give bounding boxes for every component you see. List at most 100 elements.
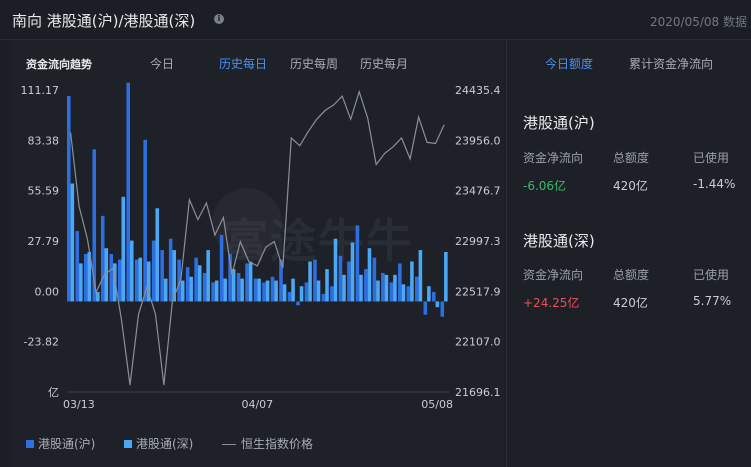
bar-hk-sz <box>248 261 253 302</box>
bar-hk-sh <box>126 82 130 302</box>
bar-hk-sh <box>109 253 114 302</box>
y-tick-left: 0.00 <box>35 285 60 298</box>
bar-hk-sz <box>350 242 355 302</box>
bar-hk-sz <box>138 257 143 302</box>
bar-hk-sh <box>321 293 326 302</box>
bar-hk-sh <box>440 301 445 317</box>
bar-hk-sh <box>185 267 190 302</box>
section-title-hk-sz: 港股通(深) <box>523 232 595 250</box>
bar-hk-sz <box>444 252 448 302</box>
x-tick: 03/13 <box>63 398 95 411</box>
bar-hk-sh <box>143 139 147 302</box>
col-used: 已使用 <box>693 151 730 165</box>
bar-hk-sz <box>79 263 83 302</box>
quota-panel: 今日额度 累计资金净流向 港股通(沪) 资金净流向 总额度 已使用 -6.06亿… <box>506 40 751 467</box>
bar-hk-sh <box>347 261 351 302</box>
data-date: 2020/05/08 数据 <box>650 15 747 29</box>
bar-hk-sz <box>189 276 193 302</box>
legend-hk-sz-swatch <box>124 440 132 448</box>
bar-hk-sh <box>245 263 249 302</box>
bar-hk-sz <box>427 286 431 302</box>
bar-hk-sh <box>253 278 258 302</box>
bar-hk-sh <box>160 250 164 302</box>
bar-hk-sh <box>211 282 215 302</box>
bar-hk-sz <box>299 286 304 302</box>
bar-hk-sh <box>313 259 317 302</box>
bar-hk-sz <box>180 280 185 302</box>
y-tick-right: 21696.1 <box>455 386 501 399</box>
bar-hk-sh <box>415 276 419 302</box>
bar-hk-sz <box>359 274 363 302</box>
bar-hk-sz <box>155 208 160 302</box>
info-icon[interactable]: i <box>214 14 224 24</box>
tab-history-monthly[interactable]: 历史每月 <box>360 55 408 72</box>
value-total-quota-sz: 420亿 <box>613 296 648 310</box>
page-title: 南向 港股通(沪)/港股通(深) <box>12 12 196 30</box>
y-tick-right: 23476.7 <box>455 185 501 198</box>
tab-history-daily[interactable]: 历史每日 <box>219 55 267 72</box>
bar-hk-sz <box>291 278 295 302</box>
bar-hk-sh <box>151 240 156 302</box>
bar-hk-sh <box>67 96 71 302</box>
bar-hk-sz <box>384 274 389 302</box>
bar-hk-sh <box>372 257 377 302</box>
bar-hk-sh <box>270 276 275 302</box>
page-header: 南向 港股通(沪)/港股通(深) i 2020/05/08 数据 <box>0 0 751 40</box>
bar-hk-sz <box>367 248 372 302</box>
tab-today[interactable]: 今日 <box>150 55 174 72</box>
legend-hk-sz[interactable]: 港股通(深) <box>124 435 193 452</box>
bar-hk-sz <box>240 278 244 302</box>
bar-hk-sh <box>194 257 198 302</box>
bar-hk-sh <box>381 272 385 302</box>
legend-hsi[interactable]: 恒生指数价格 <box>222 435 313 452</box>
bar-hk-sh <box>100 215 105 302</box>
bar-hk-sh <box>330 286 334 302</box>
bar-hk-sz <box>274 280 278 302</box>
bar-hk-sh <box>304 282 309 302</box>
chart-panel: 资金流向趋势 今日 历史每日 历史每周 历史每月 富途牛牛 111.17 83.3… <box>12 40 505 467</box>
value-net-flow-sz: +24.25亿 <box>523 296 580 310</box>
col-total-quota: 总额度 <box>613 268 650 282</box>
y-tick-left: -23.82 <box>24 336 59 349</box>
bar-hk-sz <box>206 250 210 302</box>
bar-hk-sz <box>70 183 75 302</box>
legend-hk-sh[interactable]: 港股通(沪) <box>26 435 95 452</box>
bar-hk-sz <box>223 278 227 302</box>
y-tick-left: 27.79 <box>28 235 60 248</box>
bar-hk-sh <box>406 286 411 302</box>
bar-hk-sz <box>96 291 100 302</box>
value-total-quota-sh: 420亿 <box>613 179 648 193</box>
flow-chart: 111.17 83.38 55.59 27.79 0.00 -23.82 亿 24435.4 2… <box>21 82 501 411</box>
bar-hk-sh <box>262 282 266 302</box>
tab-history-weekly[interactable]: 历史每周 <box>290 55 338 72</box>
legend-hsi-swatch <box>222 444 236 445</box>
bar-hk-sz <box>282 284 287 302</box>
legend-hk-sh-swatch <box>26 440 34 448</box>
y-tick-right: 24435.4 <box>455 84 501 97</box>
bar-hk-sz <box>316 280 321 302</box>
y-tick-right: 22517.9 <box>455 285 501 298</box>
bar-hk-sh <box>423 301 428 315</box>
col-total-quota: 总额度 <box>613 151 650 165</box>
bar-hk-sh <box>83 253 88 302</box>
col-net-flow: 资金净流向 <box>523 268 584 282</box>
tab-today-quota[interactable]: 今日额度 <box>545 55 593 72</box>
bar-hk-sz <box>333 238 338 302</box>
bar-hk-sh <box>287 291 292 302</box>
bar-hk-sh <box>202 272 207 302</box>
bar-hk-sh <box>389 282 394 302</box>
bar-hk-sh <box>364 269 368 302</box>
section-label: 资金流向趋势 <box>26 58 92 71</box>
bar-hk-sz <box>435 301 440 308</box>
bar-hk-sz <box>342 274 346 302</box>
value-used-sh: -1.44% <box>693 177 736 191</box>
x-tick: 04/07 <box>241 398 273 411</box>
bar-hk-sh <box>134 259 139 302</box>
bar-hk-sz <box>393 274 397 302</box>
section-title-hk-sh: 港股通(沪) <box>523 114 595 132</box>
bar-hk-sz <box>129 240 134 302</box>
y-tick-left: 55.59 <box>28 185 60 198</box>
col-used: 已使用 <box>693 268 730 282</box>
bar-hk-sh <box>338 255 343 302</box>
tab-cumulative-flow[interactable]: 累计资金净流向 <box>629 55 713 72</box>
